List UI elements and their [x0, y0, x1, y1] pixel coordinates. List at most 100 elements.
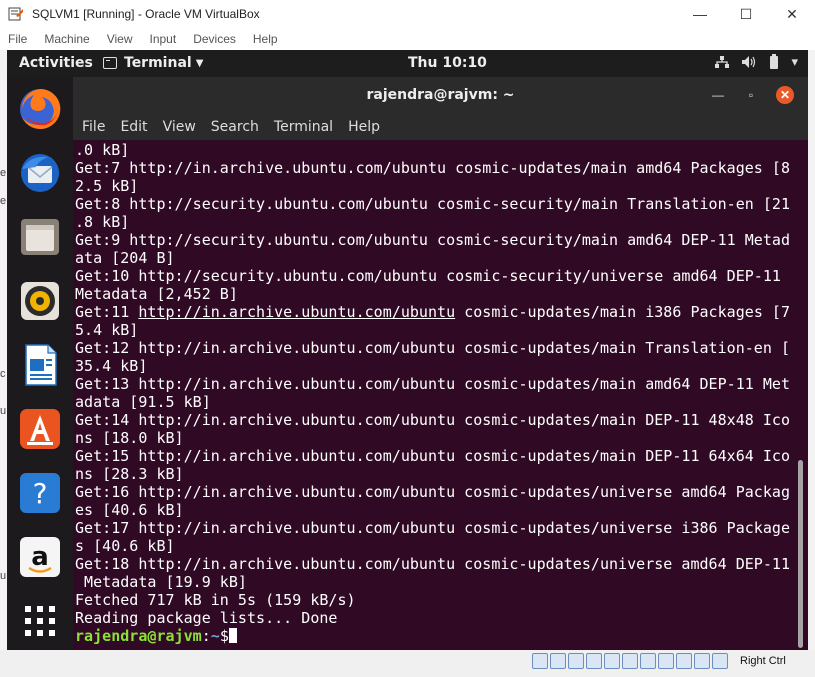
volume-icon [742, 56, 756, 68]
terminal-menu-edit[interactable]: Edit [120, 119, 147, 135]
hovered-url-link[interactable]: http://in.archive.ubuntu.com/ubuntu [138, 303, 455, 321]
network-icon [715, 56, 730, 68]
terminal-minimize-button[interactable]: — [709, 86, 727, 104]
terminal-output[interactable]: .0 kB] Get:7 http://in.archive.ubuntu.com… [75, 141, 791, 647]
menu-input[interactable]: Input [150, 32, 177, 46]
firefox-icon[interactable] [16, 85, 64, 133]
files-icon[interactable] [16, 213, 64, 261]
terminal-window[interactable]: rajendra@rajvm: ~ — ▫ ✕ File Edit View S… [73, 77, 808, 650]
activities-button[interactable]: Activities [19, 55, 93, 71]
ubuntu-software-icon[interactable] [16, 405, 64, 453]
terminal-line: 2.5 kB] [75, 177, 139, 195]
system-menu-caret-icon: ▾ [791, 54, 798, 70]
terminal-menu-terminal[interactable]: Terminal [274, 119, 333, 135]
host-titlebar: SQLVM1 [Running] - Oracle VM VirtualBox … [0, 0, 815, 28]
show-applications-icon[interactable] [16, 597, 64, 645]
audio-icon[interactable] [568, 653, 584, 669]
amazon-icon[interactable]: a [16, 533, 64, 581]
terminal-scrollbar[interactable] [798, 460, 803, 648]
amazon-glyph: a [31, 542, 49, 572]
host-fragment: c [0, 368, 6, 380]
menu-help[interactable]: Help [253, 32, 278, 46]
thunderbird-icon[interactable] [16, 149, 64, 197]
minimize-button[interactable]: — [677, 0, 723, 28]
terminal-menu-file[interactable]: File [82, 119, 105, 135]
close-button[interactable]: ✕ [769, 0, 815, 28]
prompt-separator: : [201, 627, 211, 645]
help-glyph: ? [33, 477, 48, 510]
battery-icon [770, 54, 779, 69]
host-key-arrow-icon[interactable] [712, 653, 728, 669]
terminal-line: Get:10 http://security.ubuntu.com/ubuntu… [75, 267, 781, 285]
terminal-line: Metadata [2,452 B] [75, 285, 238, 303]
menu-view[interactable]: View [107, 32, 133, 46]
terminal-line: Get:14 http://in.archive.ubuntu.com/ubun… [75, 411, 791, 429]
host-fragment: u [0, 405, 7, 417]
terminal-line: Get:13 http://in.archive.ubuntu.com/ubun… [75, 375, 791, 393]
clock[interactable]: Thu 10:10 [408, 55, 487, 71]
system-tray[interactable]: ▾ [715, 54, 798, 70]
network-adapter-icon[interactable] [586, 653, 602, 669]
gnome-top-bar: Activities Terminal ▼ Thu 10:10 ▾ [7, 50, 808, 77]
shell-prompt[interactable]: rajendra@rajvm:~$ [75, 627, 789, 645]
prompt-dollar: $ [219, 627, 229, 645]
terminal-line: 35.4 kB] [75, 357, 148, 375]
caret-down-icon: ▼ [195, 57, 204, 69]
maximize-button[interactable]: ☐ [723, 0, 769, 28]
terminal-menu-search[interactable]: Search [211, 119, 259, 135]
host-window-title: SQLVM1 [Running] - Oracle VM VirtualBox [32, 7, 260, 21]
terminal-line: s [40.6 kB] [75, 537, 175, 555]
menu-machine[interactable]: Machine [44, 32, 89, 46]
dock: ? a [7, 77, 73, 650]
status-icons [532, 653, 728, 669]
menu-file[interactable]: File [8, 32, 27, 46]
app-menu-label: Terminal [124, 55, 192, 71]
terminal-close-button[interactable]: ✕ [776, 86, 794, 104]
text-cursor [228, 628, 237, 643]
host-background-window: e e c u u [0, 50, 7, 650]
menu-devices[interactable]: Devices [193, 32, 236, 46]
terminal-line: Get:15 http://in.archive.ubuntu.com/ubun… [75, 447, 791, 465]
host-menubar: File Machine View Input Devices Help [0, 28, 815, 50]
terminal-menu-view[interactable]: View [163, 119, 196, 135]
prompt-user: rajendra@rajvm [75, 627, 202, 645]
hard-disk-icon[interactable] [532, 653, 548, 669]
cpu-icon[interactable] [676, 653, 692, 669]
mouse-integration-icon[interactable] [694, 653, 710, 669]
rhythmbox-icon[interactable] [16, 277, 64, 325]
terminal-line: ns [28.3 kB] [75, 465, 184, 483]
libreoffice-writer-icon[interactable] [16, 341, 64, 389]
app-menu[interactable]: Terminal ▼ [103, 55, 203, 71]
line-suffix: cosmic-updates/main i386 Packages [7 [455, 303, 791, 321]
terminal-header[interactable]: rajendra@rajvm: ~ — ▫ ✕ [73, 77, 808, 114]
terminal-line: ata [204 B] [75, 249, 175, 267]
display-icon[interactable] [640, 653, 656, 669]
terminal-line: Get:11 http://in.archive.ubuntu.com/ubun… [75, 303, 791, 321]
host-status-bar: Right Ctrl [0, 650, 815, 677]
terminal-title: rajendra@rajvm: ~ [366, 87, 515, 103]
host-fragment: e [0, 195, 7, 207]
usb-icon[interactable] [604, 653, 620, 669]
host-fragment: u [0, 570, 7, 582]
terminal-line: .0 kB] [75, 141, 130, 159]
video-capture-icon[interactable] [658, 653, 674, 669]
shared-folders-icon[interactable] [622, 653, 638, 669]
terminal-line: Get:16 http://in.archive.ubuntu.com/ubun… [75, 483, 791, 501]
terminal-maximize-button[interactable]: ▫ [742, 86, 760, 104]
terminal-line: Metadata [19.9 kB] [75, 573, 247, 591]
terminal-line: .8 kB] [75, 213, 130, 231]
help-icon[interactable]: ? [16, 469, 64, 517]
terminal-line: Fetched 717 kB in 5s (159 kB/s) [75, 591, 356, 609]
terminal-menu-help[interactable]: Help [348, 119, 380, 135]
guest-display[interactable]: Activities Terminal ▼ Thu 10:10 ▾ ? a ra… [7, 50, 808, 650]
terminal-line: Get:8 http://security.ubuntu.com/ubuntu … [75, 195, 791, 213]
terminal-line: es [40.6 kB] [75, 501, 184, 519]
terminal-line: ns [18.0 kB] [75, 429, 184, 447]
host-fragment: e [0, 167, 7, 179]
optical-drive-icon[interactable] [550, 653, 566, 669]
line-prefix: Get:11 [75, 303, 139, 321]
terminal-menubar: File Edit View Search Terminal Help [73, 114, 808, 140]
terminal-line: adata [91.5 kB] [75, 393, 211, 411]
terminal-line: Get:9 http://security.ubuntu.com/ubuntu … [75, 231, 791, 249]
terminal-line: Get:18 http://in.archive.ubuntu.com/ubun… [75, 555, 791, 573]
